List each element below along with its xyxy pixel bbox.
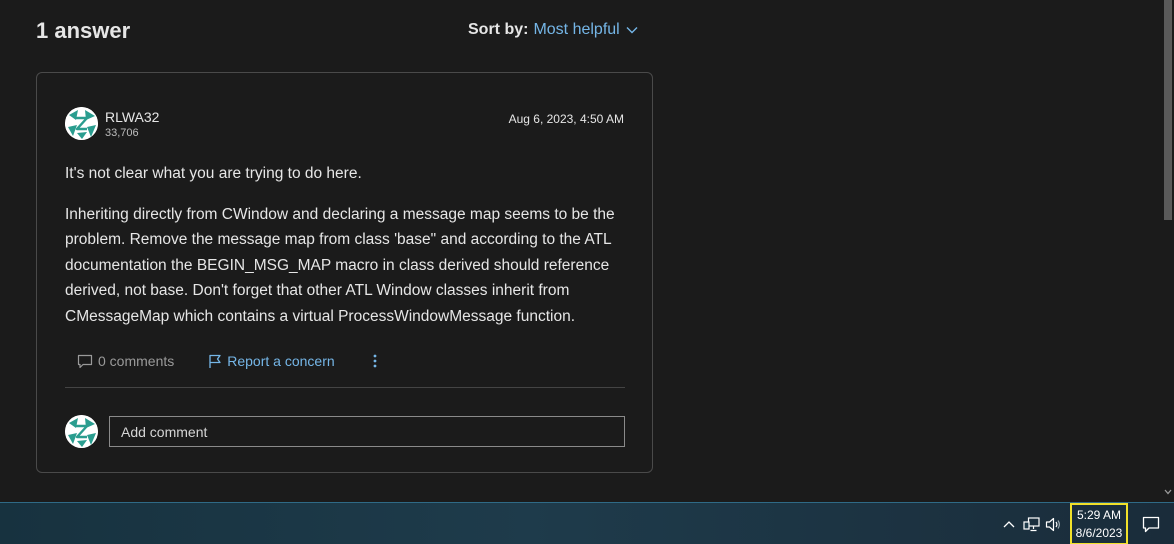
clock-date: 8/6/2023 (1075, 526, 1123, 540)
scrollbar-thumb[interactable] (1164, 0, 1172, 220)
report-concern-label: Report a concern (227, 353, 335, 369)
author-avatar[interactable] (65, 107, 98, 140)
comments-button[interactable]: 0 comments (77, 353, 174, 369)
avatar-icon (65, 107, 98, 140)
avatar-icon (65, 415, 98, 448)
sort-control: Sort by: Most helpful (468, 21, 638, 39)
author-info: RLWA32 33,706 (105, 109, 159, 139)
show-hidden-icons-button[interactable] (998, 504, 1020, 544)
answer-body: It's not clear what you are trying to do… (65, 161, 630, 330)
answer-paragraph: It's not clear what you are trying to do… (65, 165, 362, 182)
system-tray: 5:29 AM 8/6/2023 (998, 503, 1174, 544)
action-center-button[interactable] (1128, 503, 1174, 544)
author-reputation: 33,706 (105, 127, 139, 139)
sort-label: Sort by: (468, 21, 529, 38)
add-comment-input[interactable] (109, 416, 625, 447)
actions-divider (65, 387, 625, 388)
report-concern-button[interactable]: Report a concern (208, 353, 335, 369)
page-scrollbar[interactable] (1163, 0, 1174, 502)
clock-time: 5:29 AM (1076, 508, 1122, 522)
notification-icon (1142, 516, 1160, 532)
volume-icon (1045, 517, 1060, 531)
network-icon (1022, 516, 1040, 531)
flag-icon (209, 354, 221, 368)
more-options-button[interactable] (369, 354, 381, 368)
volume-button[interactable] (1042, 504, 1064, 544)
answers-count-heading: 1 answer (36, 18, 131, 43)
scroll-down-arrow-icon[interactable] (1163, 488, 1173, 496)
chevron-up-icon (1003, 521, 1015, 528)
sort-value-label: Most helpful (533, 21, 620, 38)
taskbar: 5:29 AM 8/6/2023 (0, 502, 1174, 544)
network-button[interactable] (1020, 504, 1042, 544)
answer-paragraph: Inheriting directly from CWindow and dec… (65, 205, 615, 325)
answer-card: RLWA32 33,706 Aug 6, 2023, 4:50 AM It's … (36, 72, 653, 473)
sort-dropdown[interactable]: Most helpful (533, 21, 638, 39)
taskbar-clock[interactable]: 5:29 AM 8/6/2023 (1070, 503, 1128, 544)
chevron-down-icon (626, 27, 638, 34)
more-vertical-icon (373, 354, 377, 368)
answer-actions: 0 comments Report a concern (77, 353, 381, 369)
post-date: Aug 6, 2023, 4:50 AM (508, 112, 624, 126)
comments-label: 0 comments (98, 353, 175, 369)
comment-icon (77, 354, 93, 368)
author-name[interactable]: RLWA32 (105, 109, 159, 125)
commenter-avatar (65, 415, 98, 448)
answers-page: 1 answer Sort by: Most helpful RLWA32 33… (0, 0, 1174, 502)
